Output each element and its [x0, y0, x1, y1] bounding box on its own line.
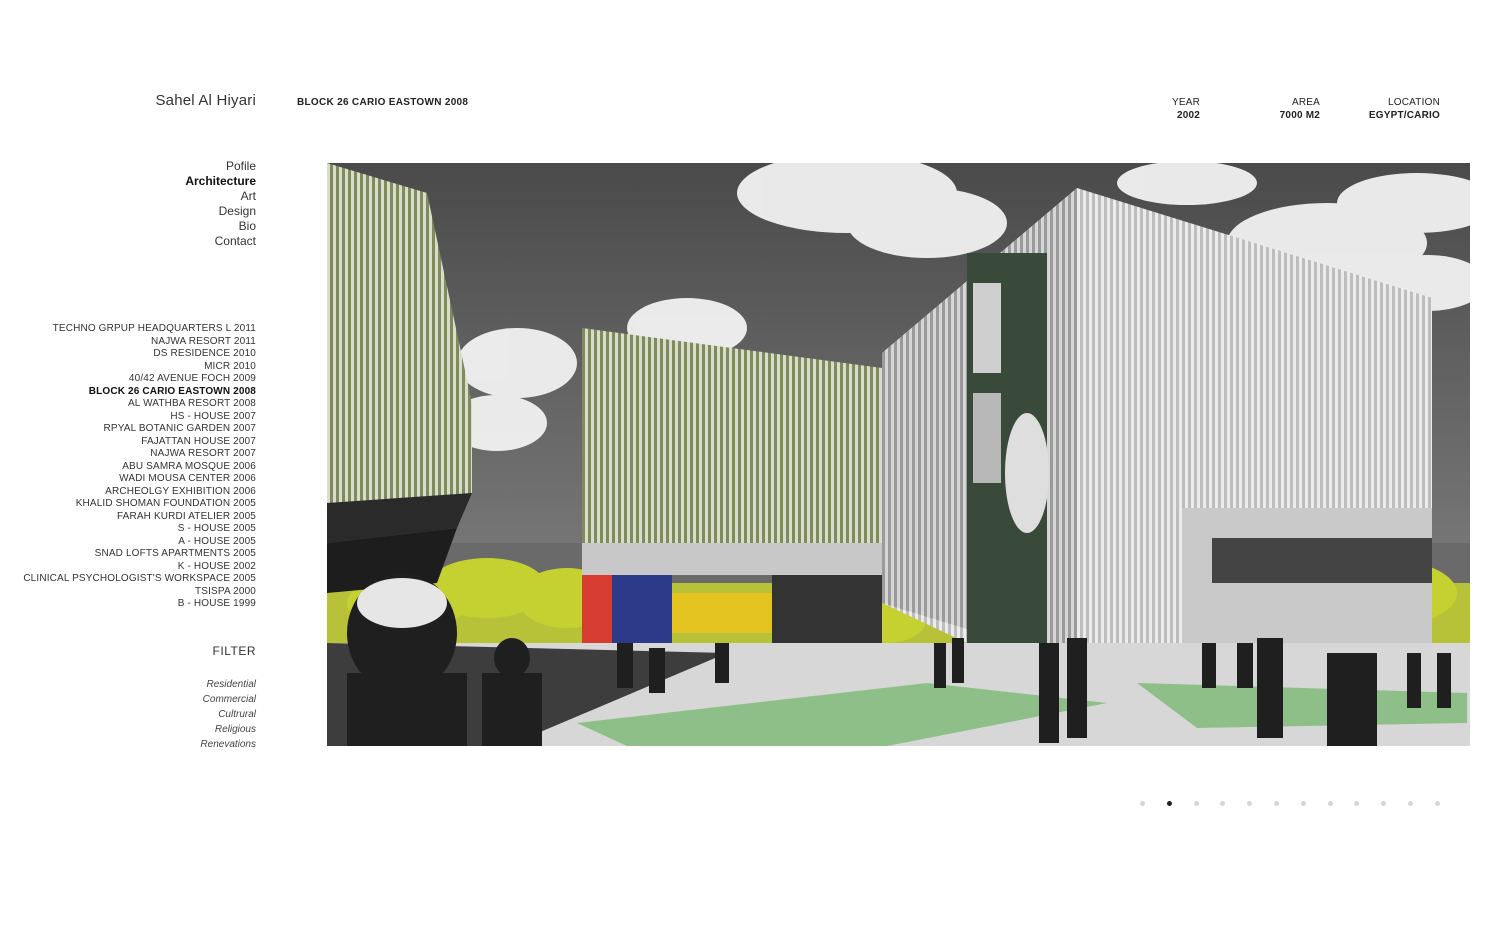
project-list-item[interactable]: CLINICAL PSYCHOLOGIST'S WORKSPACE 2005	[23, 573, 256, 586]
project-list-item[interactable]: RPYAL BOTANIC GARDEN 2007	[23, 423, 256, 436]
meta-area: AREA 7000 M2	[1280, 97, 1320, 122]
slide-dot[interactable]	[1273, 801, 1279, 806]
nav-item-art[interactable]: Art	[185, 189, 256, 204]
project-hero-image[interactable]	[327, 163, 1470, 746]
filter-cultural[interactable]: Cultrural	[200, 707, 256, 722]
area-value: 7000 M2	[1279, 109, 1320, 121]
slide-dot[interactable]	[1327, 801, 1333, 806]
filter-renovations[interactable]: Renevations	[200, 737, 256, 752]
project-list-item[interactable]: MICR 2010	[23, 361, 256, 374]
project-list: TECHNO GRPUP HEADQUARTERS L 2011 NAJWA R…	[23, 323, 256, 611]
project-list-item[interactable]: HS - HOUSE 2007	[23, 411, 256, 424]
slide-dot[interactable]	[1193, 801, 1199, 806]
nav-item-architecture[interactable]: Architecture	[185, 174, 256, 189]
slide-dot[interactable]	[1354, 801, 1360, 806]
project-list-item[interactable]: K - HOUSE 2002	[23, 561, 256, 574]
meta-location: LOCATION EGYPT/CARIO	[1369, 97, 1440, 122]
slide-dot[interactable]	[1220, 801, 1226, 806]
slide-pagination	[1140, 801, 1462, 806]
main-nav: Pofile Architecture Art Design Bio Conta…	[185, 159, 256, 249]
project-list-item[interactable]: WADI MOUSA CENTER 2006	[23, 473, 256, 486]
location-value: EGYPT/CARIO	[1368, 109, 1440, 121]
nav-item-contact[interactable]: Contact	[185, 234, 256, 249]
project-list-item[interactable]: FARAH KURDI ATELIER 2005	[23, 511, 256, 524]
filter-religious[interactable]: Religious	[200, 722, 256, 737]
filter-list: Residential Commercial Cultrural Religio…	[200, 677, 256, 752]
project-list-item[interactable]: TSISPA 2000	[23, 586, 256, 599]
project-list-item[interactable]: FAJATTAN HOUSE 2007	[23, 436, 256, 449]
nav-item-design[interactable]: Design	[185, 204, 256, 219]
slide-dot[interactable]	[1247, 801, 1253, 806]
filter-commercial[interactable]: Commercial	[200, 692, 256, 707]
project-list-item[interactable]: S - HOUSE 2005	[23, 523, 256, 536]
architecture-rendering	[327, 163, 1470, 746]
project-list-item[interactable]: TECHNO GRPUP HEADQUARTERS L 2011	[23, 323, 256, 336]
area-label: AREA	[1291, 97, 1320, 108]
slide-dot-active[interactable]	[1166, 801, 1172, 806]
meta-year: YEAR 2002	[1172, 97, 1200, 122]
slide-dot[interactable]	[1300, 801, 1306, 806]
nav-item-bio[interactable]: Bio	[185, 219, 256, 234]
project-list-item[interactable]: NAJWA RESORT 2011	[23, 336, 256, 349]
nav-item-profile[interactable]: Pofile	[185, 159, 256, 174]
year-value: 2002	[1176, 109, 1200, 121]
project-list-item[interactable]: B - HOUSE 1999	[23, 598, 256, 611]
filter-residential[interactable]: Residential	[200, 677, 256, 692]
project-list-item[interactable]: ARCHEOLGY EXHIBITION 2006	[23, 486, 256, 499]
project-list-item[interactable]: DS RESIDENCE 2010	[23, 348, 256, 361]
location-label: LOCATION	[1388, 97, 1440, 108]
project-title: BLOCK 26 CARIO EASTOWN 2008	[297, 97, 469, 108]
filter-title: FILTER	[212, 644, 256, 658]
slide-dot[interactable]	[1381, 801, 1387, 806]
slide-dot[interactable]	[1434, 801, 1440, 806]
slide-dot[interactable]	[1407, 801, 1413, 806]
project-list-item[interactable]: SNAD LOFTS APARTMENTS 2005	[23, 548, 256, 561]
project-list-item[interactable]: KHALID SHOMAN FOUNDATION 2005	[23, 498, 256, 511]
project-list-item[interactable]: 40/42 AVENUE FOCH 2009	[23, 373, 256, 386]
project-list-item[interactable]: AL WATHBA RESORT 2008	[23, 398, 256, 411]
project-list-item[interactable]: ABU SAMRA MOSQUE 2006	[23, 461, 256, 474]
slide-dot[interactable]	[1140, 801, 1145, 806]
site-title[interactable]: Sahel Al Hiyari	[155, 92, 256, 109]
project-list-item[interactable]: A - HOUSE 2005	[23, 536, 256, 549]
project-list-item[interactable]: NAJWA RESORT 2007	[23, 448, 256, 461]
year-label: YEAR	[1171, 97, 1200, 108]
project-list-item-active[interactable]: BLOCK 26 CARIO EASTOWN 2008	[23, 386, 256, 399]
